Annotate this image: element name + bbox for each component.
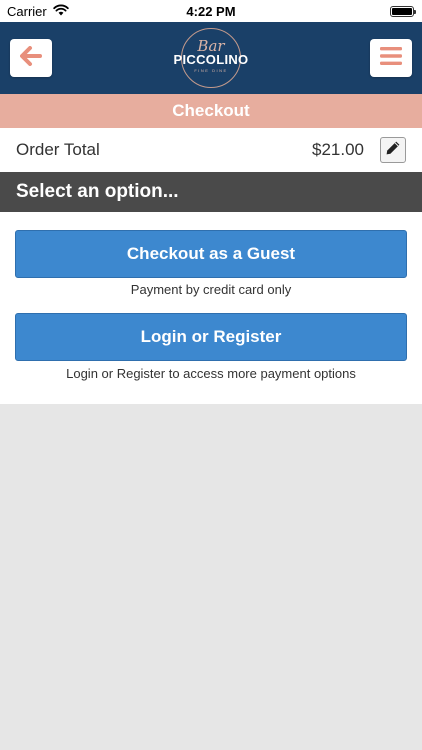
carrier-label: Carrier (7, 3, 47, 19)
battery-icon (390, 5, 416, 17)
guest-payment-note: Payment by credit card only (130, 282, 292, 297)
back-button[interactable] (10, 39, 52, 77)
app-header: Bar PICCOLINO FINE DINE (0, 22, 422, 94)
order-total-row: Order Total $21.00 (0, 128, 422, 172)
wifi-icon (53, 4, 69, 19)
bar-piccolino-logo: Bar PICCOLINO FINE DINE (174, 28, 248, 88)
checkout-guest-label: Checkout as a Guest (126, 244, 296, 263)
checkout-guest-button[interactable]: Checkout as a Guest (15, 230, 407, 278)
menu-button[interactable] (370, 39, 412, 77)
back-arrow-icon (20, 45, 42, 71)
hamburger-menu-icon (379, 46, 403, 71)
login-register-label: Login or Register (140, 327, 282, 346)
status-bar: Carrier 4:22 PM (0, 0, 422, 22)
status-left: Carrier (7, 4, 69, 19)
checkout-title: Checkout (172, 101, 250, 120)
battery-fill (392, 7, 412, 15)
select-option-header: Select an option... (0, 172, 422, 212)
edit-order-button[interactable] (380, 137, 406, 163)
order-total-label: Order Total (16, 140, 100, 159)
order-total-value: $21.00 (312, 140, 364, 159)
logo-name: PICCOLINO (173, 51, 249, 67)
login-register-button[interactable]: Login or Register (15, 313, 407, 361)
checkout-screen: Carrier 4:22 PM Bar PICCOLINO FINE DINE … (0, 0, 422, 750)
logo-tagline: FINE DINE (194, 67, 228, 73)
options-panel: Checkout as a Guest Payment by credit ca… (0, 212, 422, 404)
login-register-note: Login or Register to access more payment… (66, 366, 356, 381)
pencil-icon (385, 140, 401, 161)
logo-script: Bar (197, 36, 225, 55)
checkout-banner: Checkout (0, 94, 422, 128)
select-option-label: Select an option... (16, 181, 179, 202)
